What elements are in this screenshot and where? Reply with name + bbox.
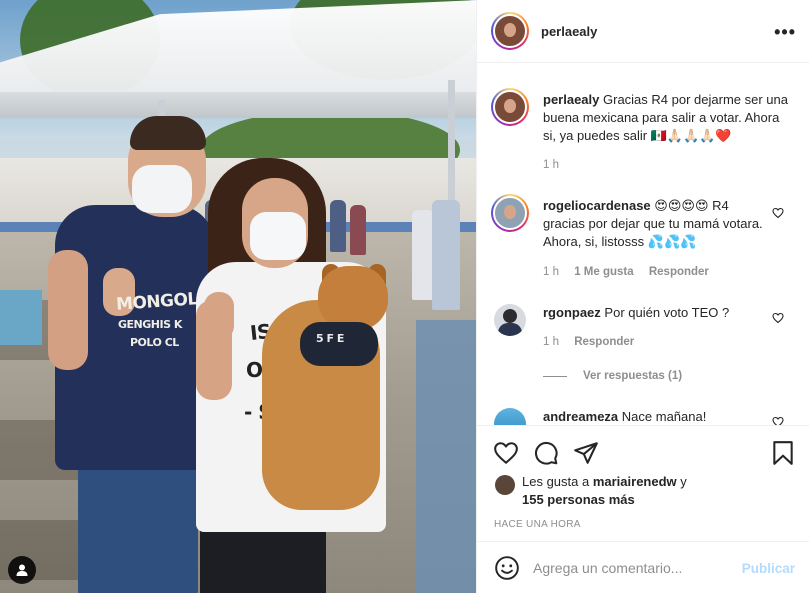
likes-suffix: y <box>676 474 687 489</box>
heart-icon[interactable] <box>493 440 519 466</box>
bookmark-icon[interactable] <box>770 440 796 466</box>
comment-meta: 1 h 1 Me gusta Responder <box>543 266 721 278</box>
photo-dog-harness-text: 5 F E <box>316 332 344 345</box>
comment-text: rogeliocardenase 😍😍😍😍 R4 gracias por dej… <box>543 197 773 251</box>
photo-man-arm <box>48 250 88 370</box>
photo-bystander <box>350 205 366 255</box>
post-timestamp[interactable]: HACE UNA HORA <box>494 519 581 530</box>
author-username[interactable]: perlaealy <box>541 24 597 39</box>
photo-man-mask <box>132 165 192 213</box>
comment-username[interactable]: rogeliocardenase <box>543 198 651 213</box>
photo-bystander <box>432 200 460 310</box>
caption-username[interactable]: perlaealy <box>543 92 599 107</box>
commenter-avatar[interactable] <box>494 408 526 425</box>
heart-icon[interactable] <box>772 207 784 219</box>
author-avatar[interactable] <box>491 12 529 50</box>
comments-list: perlaealy Gracias R4 por dejarme ser una… <box>477 63 809 425</box>
add-comment-bar: Publicar <box>477 541 809 593</box>
comment-text: andreameza Nace mañana! <box>543 408 773 425</box>
comment-icon[interactable] <box>533 440 559 466</box>
photo-bystander <box>330 200 346 252</box>
photo-dog-head <box>318 266 388 330</box>
liker-username[interactable]: mariairenedw <box>593 474 677 489</box>
reply-button[interactable]: Responder <box>649 266 709 278</box>
comment-item: rgonpaez Por quién voto TEO ? 1 h Respon… <box>477 302 809 382</box>
view-replies-button[interactable]: Ver respuestas (1) <box>543 370 682 382</box>
replies-divider <box>543 375 567 377</box>
comment-item: andreameza Nace mañana! <box>477 406 809 425</box>
photo-bench <box>416 320 476 593</box>
likes-line-1: Les gusta a mariairenedw y <box>522 473 687 491</box>
ellipsis-icon[interactable]: ••• <box>774 22 796 43</box>
post-actions: Les gusta a mariairenedw y 155 personas … <box>477 425 809 541</box>
photo-planter <box>0 290 42 345</box>
comment-username[interactable]: andreameza <box>543 409 618 424</box>
photo-man-hair <box>130 116 206 150</box>
smiley-icon[interactable] <box>494 555 520 581</box>
likes-prefix: Les gusta a <box>522 474 593 489</box>
reply-button[interactable]: Responder <box>574 336 634 348</box>
comment-username[interactable]: rgonpaez <box>543 305 601 320</box>
publish-button[interactable]: Publicar <box>742 561 795 576</box>
commenter-avatar[interactable] <box>494 304 526 336</box>
photo-man-shirt-text: GENGHIS K <box>118 318 182 331</box>
comment-time[interactable]: 1 h <box>543 266 559 278</box>
caption-text: perlaealy Gracias R4 por dejarme ser una… <box>543 91 793 145</box>
heart-icon[interactable] <box>772 416 784 425</box>
photo-woman-mask <box>250 212 306 260</box>
send-icon[interactable] <box>573 440 599 466</box>
photo-woman-thumbs-up <box>204 292 234 340</box>
comment-body: Nace mañana! <box>621 409 707 424</box>
comment-body: Por quién voto TEO ? <box>604 305 730 320</box>
person-tag-icon[interactable] <box>8 556 36 584</box>
commenter-avatar[interactable] <box>491 194 529 232</box>
likes-count[interactable]: 155 personas más <box>522 491 635 509</box>
comment-likes[interactable]: 1 Me gusta <box>574 266 633 278</box>
comment-item: rogeliocardenase 😍😍😍😍 R4 gracias por dej… <box>477 194 809 284</box>
post-sidebar: perlaealy ••• perlaealy Gracias R4 por d… <box>476 0 809 593</box>
caption-time[interactable]: 1 h <box>543 159 559 171</box>
instagram-post-modal: MONGOL GENGHIS K POLO CL IS NO OSC - SHI… <box>0 0 809 593</box>
photo-canopy-edge <box>0 92 476 118</box>
comment-input[interactable] <box>533 556 733 580</box>
post-photo[interactable]: MONGOL GENGHIS K POLO CL IS NO OSC - SHI… <box>0 0 476 593</box>
heart-icon[interactable] <box>772 312 784 324</box>
view-replies-label: Ver respuestas (1) <box>583 370 683 382</box>
photo-man-jeans <box>78 455 198 593</box>
comment-meta: 1 h Responder <box>543 336 646 348</box>
comment-text: rgonpaez Por quién voto TEO ? <box>543 304 773 322</box>
photo-man-shirt-text: POLO CL <box>130 336 179 349</box>
comment-time[interactable]: 1 h <box>543 336 559 348</box>
caption: perlaealy Gracias R4 por dejarme ser una… <box>477 88 809 178</box>
photo-bystander <box>412 210 434 300</box>
post-header: perlaealy ••• <box>477 0 809 63</box>
caption-avatar[interactable] <box>491 88 529 126</box>
caption-meta: 1 h <box>543 159 571 171</box>
person-tag-glyph <box>16 564 28 576</box>
liker-avatar[interactable] <box>495 475 515 495</box>
